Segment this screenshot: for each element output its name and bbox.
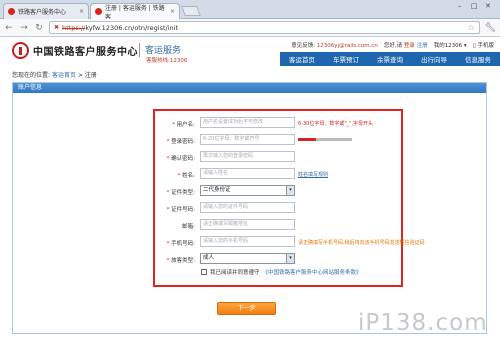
tab-title: 铁路客户服务中心: [18, 9, 67, 16]
railway-favicon-icon: [8, 8, 15, 15]
close-icon[interactable]: ×: [170, 8, 175, 15]
url-path: /otn/regist/init: [132, 23, 179, 32]
agreement-row: 我已阅读并同意遵守 《中国铁路客户服务中心网站服务条款》: [201, 268, 362, 276]
maximize-icon[interactable]: □: [471, 2, 478, 10]
close-icon[interactable]: ×: [79, 8, 84, 15]
browser-tabstrip: 铁路客户服务中心 × 注册 | 客运服务 | 铁路客 × – □ ✕: [0, 0, 500, 21]
passenger-type-select[interactable]: 成人 ▾: [200, 253, 295, 264]
name-input[interactable]: 请输入姓名: [200, 168, 295, 179]
chevron-down-icon: ▾: [286, 254, 294, 263]
browser-toolbar: ← → ↻ ✖ https:// kyfw.12306.cn /otn/regi…: [0, 19, 500, 37]
breadcrumb: 您现在的位置: 客运首页 > 注册: [12, 70, 97, 79]
breadcrumb-prefix: 您现在的位置:: [12, 72, 51, 79]
greeting: 您好,请: [383, 43, 403, 49]
panel-title: 账户信息: [13, 83, 486, 93]
url-host: kyfw.12306.cn: [85, 23, 133, 32]
nav-item-travel-guide[interactable]: 出行向导: [421, 54, 447, 64]
forward-icon[interactable]: →: [19, 23, 29, 33]
password-input[interactable]: 6-20位字母、数字或符号: [200, 134, 295, 145]
breadcrumb-current: > 注册: [77, 72, 97, 79]
my12306-menu[interactable]: 我的12306 ▾: [434, 41, 467, 49]
new-tab-button[interactable]: [181, 6, 201, 16]
confirm-password-label: * 确认密码:: [166, 156, 195, 162]
feedback-label: 意见反馈:: [291, 43, 316, 49]
phone-input[interactable]: 请输入您的手机号码: [200, 236, 295, 247]
agree-checkbox[interactable]: [201, 269, 207, 275]
id-number-label: * 证件号码:: [166, 207, 195, 213]
back-icon[interactable]: ←: [4, 23, 14, 33]
terms-link[interactable]: 《中国铁路客户服务中心网站服务条款》: [263, 268, 362, 276]
passenger-type-value: 成人: [203, 255, 215, 261]
username-input[interactable]: 用户名设置成功后不可修改: [200, 117, 295, 128]
feedback-email-link[interactable]: 12306yj@rails.com.cn: [317, 43, 378, 49]
username-label: * 用户名:: [172, 122, 195, 128]
insecure-lock-icon: ✖: [54, 24, 60, 31]
browser-tab-register[interactable]: 注册 | 客运服务 | 铁路客 ×: [90, 3, 180, 21]
railway-favicon-icon: [95, 8, 102, 15]
close-window-icon[interactable]: ✕: [485, 2, 491, 10]
reload-icon[interactable]: ↻: [34, 23, 44, 33]
bookmark-star-icon[interactable]: ☆: [467, 23, 474, 32]
chevron-down-icon: ▾: [286, 186, 294, 195]
mobile-link[interactable]: 手机版: [477, 43, 494, 49]
nav-item-booking[interactable]: 车票预订: [333, 54, 359, 64]
top-links: 意见反馈: 12306yj@rails.com.cn 您好,请 登录 注册 我的…: [291, 41, 494, 49]
name-rules-link[interactable]: 姓名填写规则: [298, 171, 328, 178]
register-link[interactable]: 注册: [417, 43, 428, 49]
mobile-icon: ▯: [472, 43, 476, 49]
id-type-select[interactable]: 二代身份证 ▾: [200, 185, 295, 196]
phone-label: * 手机号码:: [166, 241, 195, 247]
main-nav: 客运首页 车票预订 余票查询 出行向导 信息服务: [280, 52, 500, 66]
confirm-password-input[interactable]: 再次输入您的登录密码: [200, 151, 295, 162]
site-name: 中国铁路客户服务中心: [33, 47, 138, 58]
password-strength-weak: [298, 138, 316, 141]
password-strength-strong: [334, 138, 352, 141]
login-link[interactable]: 登录: [404, 43, 415, 49]
email-input[interactable]: 请正确填写邮箱地址: [200, 219, 295, 230]
nav-item-ticket-query[interactable]: 余票查询: [377, 54, 403, 64]
wrench-menu-icon[interactable]: 🔧︎: [485, 23, 496, 33]
id-type-value: 二代身份证: [203, 187, 231, 193]
address-bar[interactable]: ✖ https:// kyfw.12306.cn /otn/regist/ini…: [49, 21, 480, 34]
password-label: * 登录密码:: [166, 139, 195, 145]
id-number-input[interactable]: 请输入您的证件号码: [200, 202, 295, 213]
minimize-icon[interactable]: –: [458, 2, 462, 10]
url-scheme: https://: [62, 23, 86, 32]
phone-hint: 请正确填写手机号码,稍后将向该手机号码发送短信验证码: [298, 240, 425, 246]
nav-item-info-service[interactable]: 信息服务: [465, 54, 491, 64]
breadcrumb-home-link[interactable]: 客运首页: [52, 72, 76, 79]
hotline: 客服热线:12306: [146, 58, 188, 64]
name-label: * 姓名:: [177, 173, 195, 179]
next-button[interactable]: 下一步: [217, 302, 276, 315]
tab-title: 注册 | 客运服务 | 铁路客: [105, 4, 165, 21]
id-type-label: * 证件类型:: [166, 190, 195, 196]
username-hint: 6-30位字母、数字或"_",字母开头: [298, 121, 374, 127]
browser-tab-home[interactable]: 铁路客户服务中心 ×: [3, 3, 89, 19]
site-subtitle: 客运服务: [145, 46, 182, 56]
header-divider: [139, 43, 140, 57]
password-strength-medium: [316, 138, 334, 141]
agreement-text: 我已阅读并同意遵守: [210, 270, 260, 276]
railway-logo-icon: [12, 42, 29, 59]
nav-item-home[interactable]: 客运首页: [289, 54, 315, 64]
watermark: iP138.com: [358, 310, 488, 336]
passenger-type-label: * 旅客类型:: [166, 258, 195, 264]
email-label: 邮箱:: [182, 224, 195, 230]
